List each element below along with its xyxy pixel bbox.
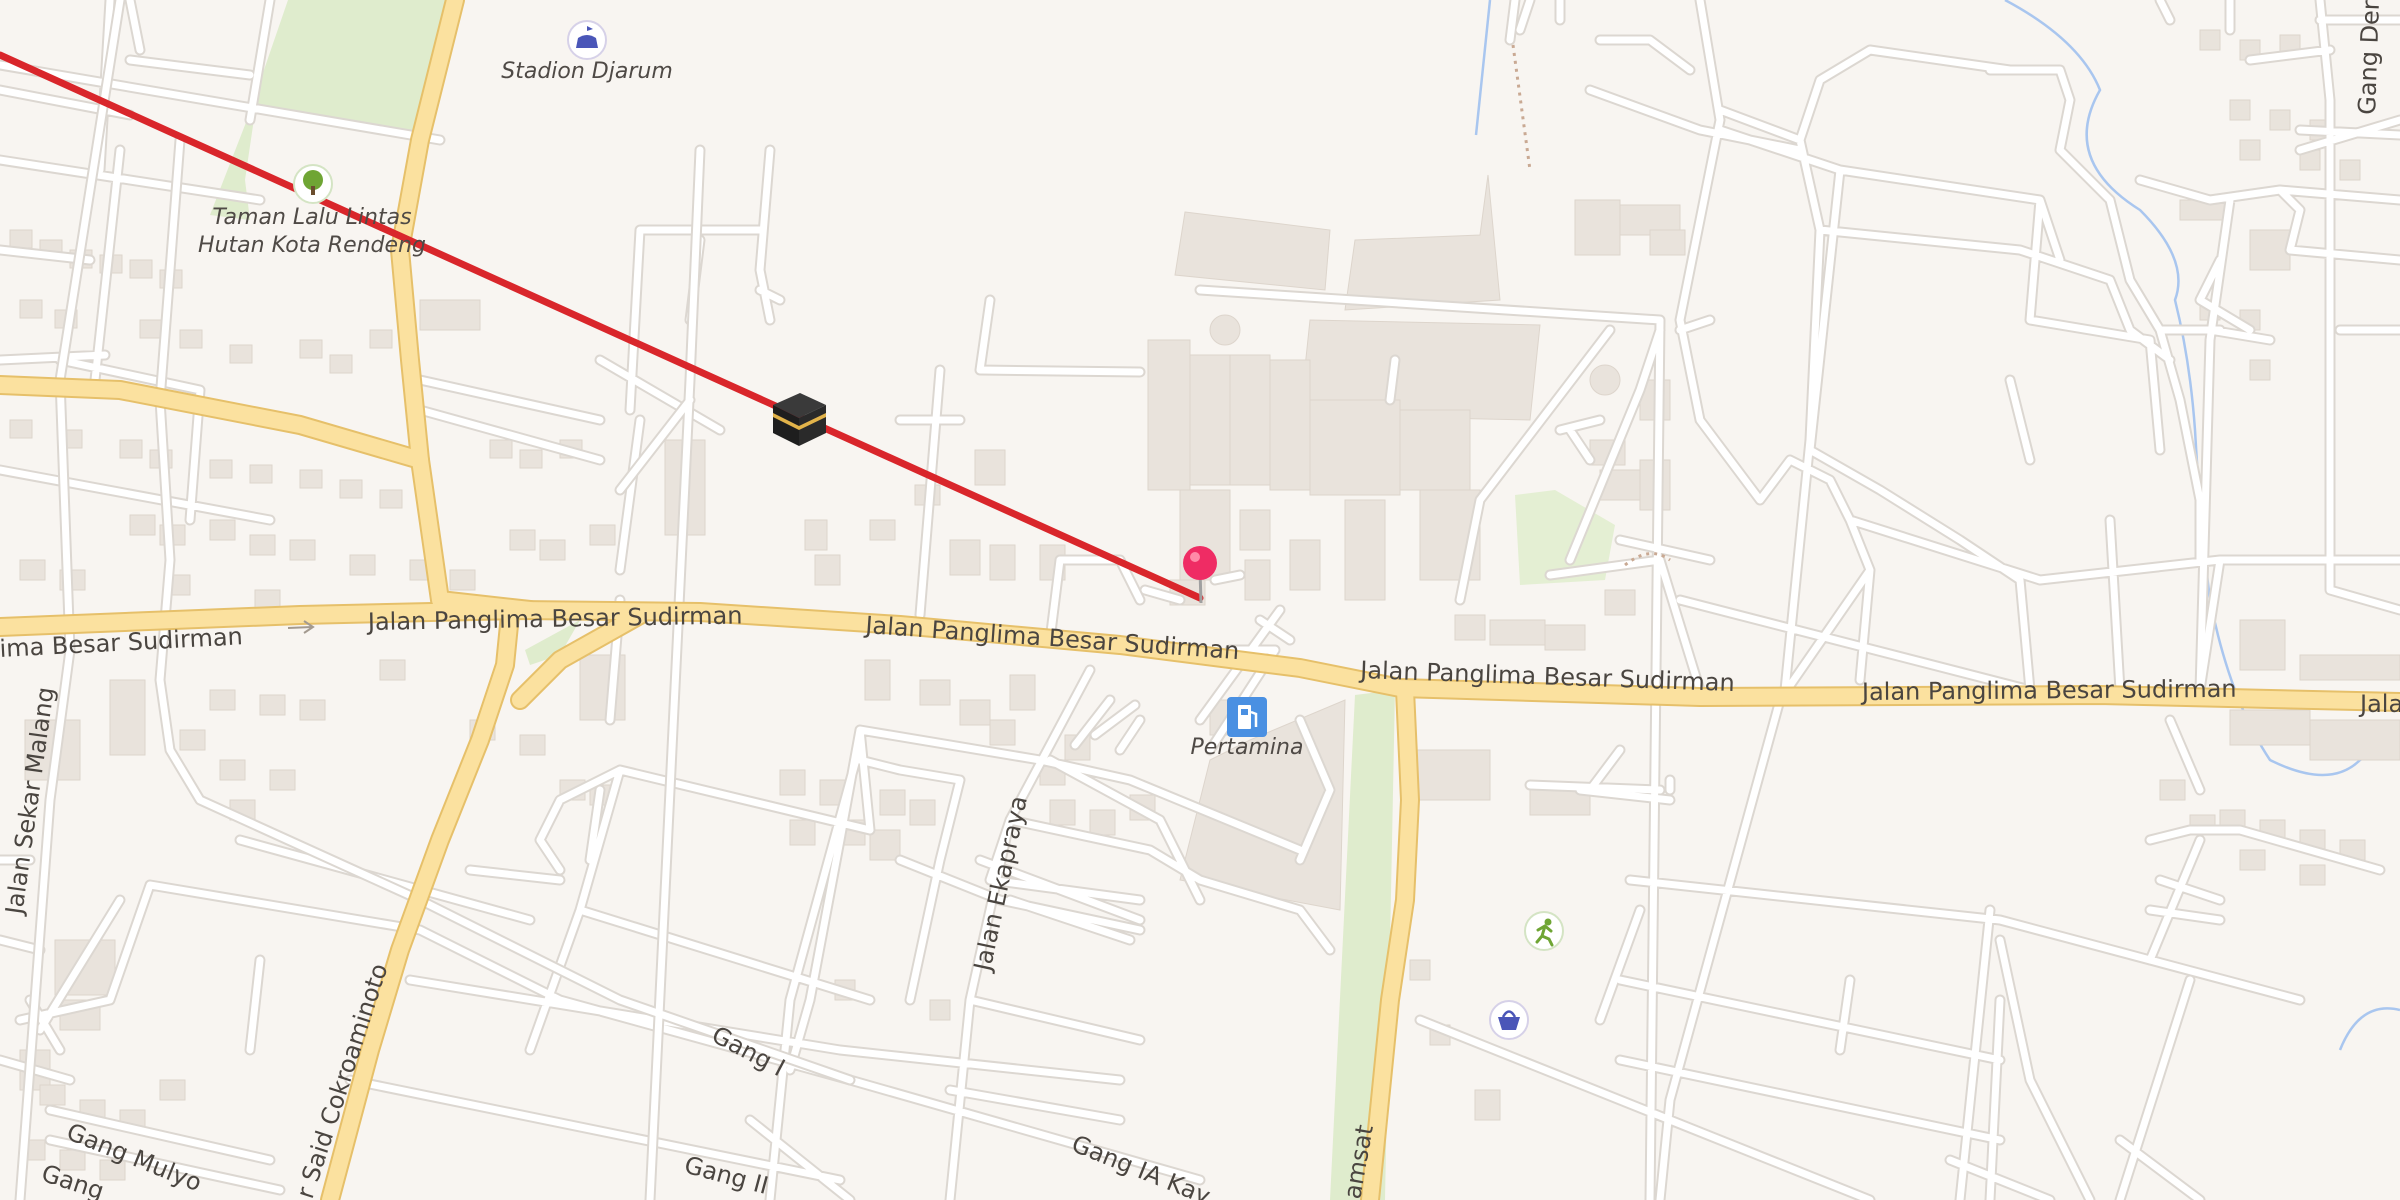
poi-label: Stadion Djarum	[501, 59, 673, 84]
tree-icon	[293, 164, 333, 204]
road-label: Jala	[2358, 690, 2400, 718]
shopping-basket-icon	[1489, 1000, 1529, 1040]
road-label: Jalan Panglima Besar Sudirman	[1860, 675, 2237, 706]
poi-label: Taman Lalu Lintas	[212, 205, 411, 230]
stadium-icon	[567, 20, 607, 60]
poi-label: Hutan Kota Rendeng	[198, 233, 426, 258]
running-person-icon	[1524, 911, 1564, 951]
fuel-pump-icon	[1227, 697, 1267, 737]
poi-shop[interactable]	[1489, 1000, 1529, 1040]
poi-label: Pertamina	[1191, 735, 1304, 760]
poi-sport[interactable]	[1524, 911, 1564, 951]
map-canvas[interactable]: ima Besar Sudirman Jalan Panglima Besar …	[0, 0, 2400, 1200]
road-label: Gang Dera	[2353, 0, 2385, 115]
